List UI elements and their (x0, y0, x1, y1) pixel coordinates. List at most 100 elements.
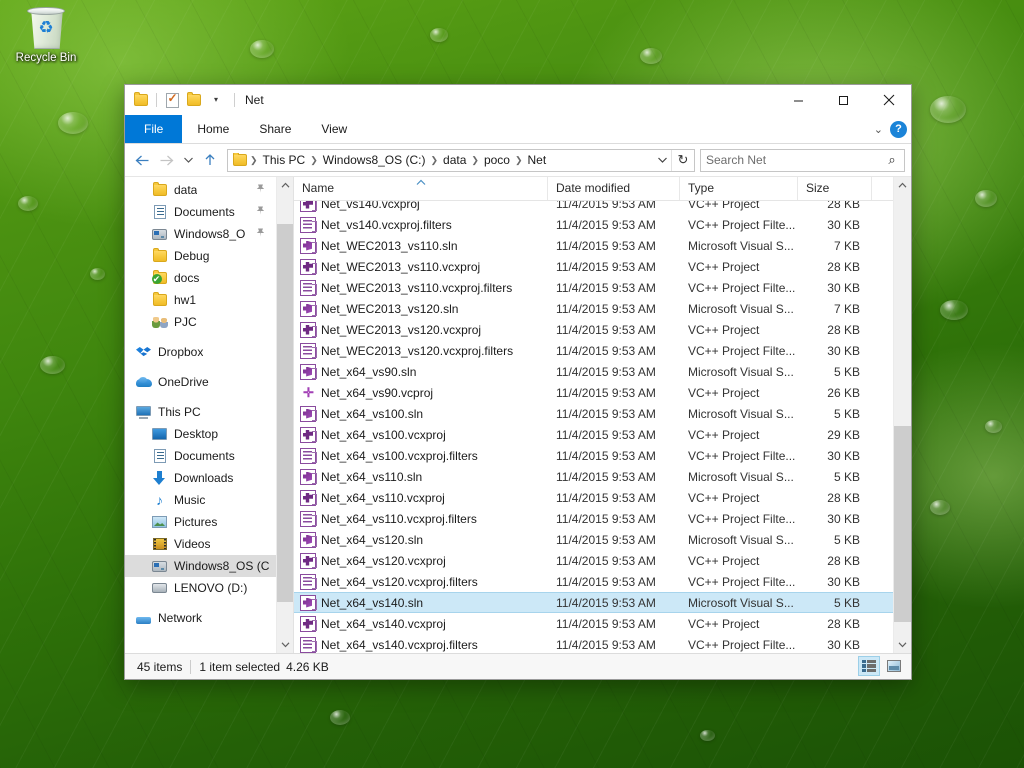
scrollbar-thumb[interactable] (277, 224, 293, 602)
tab-file[interactable]: File (125, 115, 183, 143)
sidebar-item-network[interactable]: Network (125, 607, 276, 629)
column-header-size[interactable]: Size (798, 177, 872, 200)
table-row[interactable]: Net_WEC2013_vs120.vcxproj.filters 11/4/20… (294, 340, 893, 361)
recent-locations-button[interactable] (179, 148, 197, 172)
table-row[interactable]: Net_WEC2013_vs120.vcxproj 11/4/2015 9:53 … (294, 319, 893, 340)
file-rows[interactable]: Net_vs140.vcxproj 11/4/2015 9:53 AM VC++ P… (294, 201, 893, 653)
sidebar-item-data[interactable]: data (125, 179, 276, 201)
table-row[interactable]: Net_x64_vs120.vcxproj.filters 11/4/2015 9… (294, 571, 893, 592)
sidebar-item-docs[interactable]: docs (125, 267, 276, 289)
details-view-button[interactable] (858, 656, 880, 676)
breadcrumb-item-this-pc[interactable]: This PC (259, 153, 310, 167)
table-row[interactable]: Net_x64_vs120.sln 11/4/2015 9:53 AM Micros… (294, 529, 893, 550)
navigation-list[interactable]: data Documents Windows8_O Debug docs hw1 PJC Dr… (125, 177, 276, 653)
title-bar[interactable]: ▾ Net (125, 85, 911, 115)
table-row[interactable]: Net_WEC2013_vs110.vcxproj.filters 11/4/20… (294, 277, 893, 298)
minimize-button[interactable] (776, 85, 821, 115)
table-row[interactable]: Net_x64_vs110.sln 11/4/2015 9:53 AM Micros… (294, 466, 893, 487)
table-row[interactable]: Net_x64_vs100.vcxproj 11/4/2015 9:53 AM VC… (294, 424, 893, 445)
address-dropdown-icon[interactable] (653, 150, 671, 171)
address-bar-row[interactable]: ❯ This PC ❯ Windows8_OS (C:) ❯ data ❯ po… (125, 144, 911, 176)
search-box[interactable]: ⌕ (700, 148, 905, 172)
sidebar-item-documents[interactable]: Documents (125, 445, 276, 467)
forward-button[interactable] (155, 148, 177, 172)
column-headers[interactable]: Name Date modified Type Size (294, 177, 893, 201)
file-explorer-window[interactable]: ▾ Net File Home Share View (124, 84, 912, 680)
breadcrumb-item-windows8-os[interactable]: Windows8_OS (C:) (319, 153, 430, 167)
back-button[interactable] (131, 148, 153, 172)
sidebar-item-hw1[interactable]: hw1 (125, 289, 276, 311)
sidebar-item-desktop[interactable]: Desktop (125, 423, 276, 445)
table-row[interactable]: Net_WEC2013_vs120.sln 11/4/2015 9:53 AM Mi… (294, 298, 893, 319)
column-header-spacer[interactable] (872, 177, 893, 200)
close-button[interactable] (866, 85, 911, 115)
scroll-down-icon[interactable] (277, 636, 293, 653)
sidebar-item-this-pc[interactable]: This PC (125, 401, 276, 423)
table-row[interactable]: Net_WEC2013_vs110.sln 11/4/2015 9:53 AM Mi… (294, 235, 893, 256)
navigation-scrollbar[interactable] (276, 177, 293, 653)
table-row[interactable]: Net_x64_vs120.vcxproj 11/4/2015 9:53 AM VC… (294, 550, 893, 571)
sidebar-item-windows8-os-c[interactable]: Windows8_OS (C (125, 555, 276, 577)
table-row[interactable]: Net_vs140.vcxproj.filters 11/4/2015 9:53 … (294, 214, 893, 235)
quick-access-toolbar[interactable]: ▾ (131, 90, 226, 110)
table-row[interactable]: Net_x64_vs100.sln 11/4/2015 9:53 AM Micros… (294, 403, 893, 424)
column-header-date-modified[interactable]: Date modified (548, 177, 680, 200)
scrollbar-track[interactable] (894, 194, 911, 636)
sidebar-item-downloads[interactable]: Downloads (125, 467, 276, 489)
table-row[interactable]: Net_vs140.vcxproj 11/4/2015 9:53 AM VC++ P… (294, 201, 893, 214)
qat-properties-icon[interactable] (162, 90, 182, 110)
sidebar-item-videos[interactable]: Videos (125, 533, 276, 555)
large-icons-view-button[interactable] (883, 656, 905, 676)
desktop[interactable]: ♻ Recycle Bin ▾ Net (0, 0, 1024, 768)
scrollbar-track[interactable] (277, 194, 293, 636)
sidebar-item-debug[interactable]: Debug (125, 245, 276, 267)
refresh-icon[interactable]: ↻ (671, 149, 694, 171)
scroll-up-icon[interactable] (277, 177, 293, 194)
sidebar-item-pjc[interactable]: PJC (125, 311, 276, 333)
address-bar[interactable]: ❯ This PC ❯ Windows8_OS (C:) ❯ data ❯ po… (227, 148, 695, 172)
file-list-pane[interactable]: Name Date modified Type Size Net_vs140.v… (294, 177, 893, 653)
tab-home[interactable]: Home (182, 115, 244, 143)
sidebar-item-windows8-o[interactable]: Windows8_O (125, 223, 276, 245)
qat-new-folder-icon[interactable] (184, 90, 204, 110)
table-row[interactable]: Net_x64_vs90.sln 11/4/2015 9:53 AM Microso… (294, 361, 893, 382)
breadcrumb-item-poco[interactable]: poco (480, 153, 514, 167)
table-row[interactable]: Net_x64_vs140.vcxproj 11/4/2015 9:53 AM VC… (294, 613, 893, 634)
window-controls[interactable] (776, 85, 911, 115)
scroll-up-icon[interactable] (894, 177, 911, 194)
view-mode-buttons[interactable] (858, 656, 905, 676)
breadcrumb-item-data[interactable]: data (439, 153, 470, 167)
scroll-down-icon[interactable] (894, 636, 911, 653)
sidebar-item-documents[interactable]: Documents (125, 201, 276, 223)
search-icon[interactable]: ⌕ (880, 152, 904, 168)
column-header-name[interactable]: Name (294, 177, 548, 200)
table-row[interactable]: ✛ Net_x64_vs90.vcproj 11/4/2015 9:53 AM VC+… (294, 382, 893, 403)
sidebar-item-dropbox[interactable]: Dropbox (125, 341, 276, 363)
qat-customize-caret-icon[interactable]: ▾ (206, 90, 226, 110)
sidebar-item-pictures[interactable]: Pictures (125, 511, 276, 533)
file-list-scrollbar[interactable] (893, 177, 911, 653)
maximize-button[interactable] (821, 85, 866, 115)
scrollbar-thumb[interactable] (894, 426, 911, 622)
chevron-down-icon[interactable]: ⌄ (874, 123, 883, 136)
ribbon-right-controls[interactable]: ⌄ ? (874, 115, 907, 143)
sidebar-item-music[interactable]: ♪ Music (125, 489, 276, 511)
desktop-icon-recycle-bin[interactable]: ♻ Recycle Bin (8, 6, 84, 65)
breadcrumb-item-net[interactable]: Net (524, 153, 551, 167)
sidebar-item-lenovo-d[interactable]: LENOVO (D:) (125, 577, 276, 599)
table-row[interactable]: Net_x64_vs110.vcxproj.filters 11/4/2015 9… (294, 508, 893, 529)
search-input[interactable] (701, 153, 880, 167)
qat-folder-icon[interactable] (131, 90, 151, 110)
ribbon-tab-bar[interactable]: File Home Share View ⌄ ? (125, 115, 911, 144)
navigation-pane[interactable]: data Documents Windows8_O Debug docs hw1 PJC Dr… (125, 177, 294, 653)
help-icon[interactable]: ? (890, 120, 907, 138)
table-row[interactable]: Net_x64_vs110.vcxproj 11/4/2015 9:53 AM VC… (294, 487, 893, 508)
table-row[interactable]: Net_x64_vs140.vcxproj.filters 11/4/2015 9… (294, 634, 893, 653)
column-header-type[interactable]: Type (680, 177, 798, 200)
tab-share[interactable]: Share (244, 115, 306, 143)
table-row[interactable]: Net_WEC2013_vs110.vcxproj 11/4/2015 9:53 … (294, 256, 893, 277)
table-row[interactable]: Net_x64_vs100.vcxproj.filters 11/4/2015 9… (294, 445, 893, 466)
table-row[interactable]: Net_x64_vs140.sln 11/4/2015 9:53 AM Micros… (294, 592, 893, 613)
tab-view[interactable]: View (306, 115, 362, 143)
file-rows-viewport[interactable]: Net_vs140.vcxproj 11/4/2015 9:53 AM VC++ P… (294, 201, 893, 653)
